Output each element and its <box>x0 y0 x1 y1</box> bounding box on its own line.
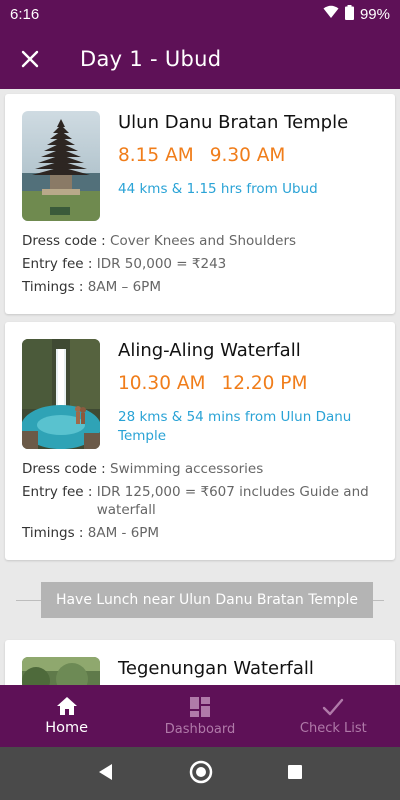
recents-button[interactable] <box>287 764 303 784</box>
timings-row: Timings : 8AM – 6PM <box>22 278 161 296</box>
end-time: 9.30 AM <box>209 145 286 166</box>
square-recents-icon <box>288 764 302 779</box>
timings-label: Timings : <box>22 525 88 541</box>
battery-icon <box>344 4 354 24</box>
lunch-button[interactable]: Have Lunch near Ulun Danu Bratan Temple <box>41 582 373 618</box>
dress-code-value: Swimming accessories <box>110 461 264 477</box>
status-bar: 6:16 99% <box>0 0 400 28</box>
entry-fee-label: Entry fee : <box>22 256 97 272</box>
entry-fee-label: Entry fee : <box>22 484 97 500</box>
place-distance: 44 kms & 1.15 hrs from Ubud <box>118 181 318 197</box>
wifi-icon <box>323 5 339 23</box>
timings-value: 8AM - 6PM <box>87 525 160 541</box>
entry-fee-row: Entry fee : IDR 125,000 = ₹607 includes … <box>22 483 382 519</box>
entry-fee-row: Entry fee : IDR 50,000 = ₹243 <box>22 255 226 273</box>
start-time: 8.15 AM <box>118 145 194 166</box>
entry-fee-value: IDR 50,000 = ₹243 <box>96 256 227 272</box>
start-time: 10.30 AM <box>118 373 206 394</box>
place-times: 8.15 AM 9.30 AM <box>118 145 285 166</box>
place-card-aling-aling[interactable]: Aling-Aling Waterfall 10.30 AM 12.20 PM 2… <box>5 322 395 560</box>
itinerary-list[interactable]: Ulun Danu Bratan Temple 8.15 AM 9.30 AM 4… <box>0 89 400 685</box>
status-icons: 99% <box>323 4 390 24</box>
nav-checklist[interactable]: Check List <box>267 685 400 747</box>
dress-code-label: Dress code : <box>22 461 111 477</box>
place-times: 10.30 AM 12.20 PM <box>118 373 307 394</box>
nav-dashboard-label: Dashboard <box>164 721 236 737</box>
timings-value: 8AM – 6PM <box>87 279 161 295</box>
check-icon <box>323 698 344 715</box>
end-time: 12.20 PM <box>221 373 308 394</box>
lunch-divider: Have Lunch near Ulun Danu Bratan Temple <box>16 582 384 618</box>
place-name: Aling-Aling Waterfall <box>118 340 301 361</box>
back-icon <box>99 763 112 780</box>
timings-label: Timings : <box>22 279 88 295</box>
system-nav-bar <box>0 747 400 800</box>
battery-percent: 99% <box>359 5 390 23</box>
nav-dashboard[interactable]: Dashboard <box>133 685 266 747</box>
nav-home-label: Home <box>45 720 89 736</box>
dress-code-value: Cover Knees and Shoulders <box>110 233 297 249</box>
place-card-tegenungan[interactable]: Tegenungan Waterfall <box>5 640 395 685</box>
dress-code-row: Dress code : Swimming accessories <box>22 460 263 478</box>
timings-row: Timings : 8AM - 6PM <box>22 524 159 542</box>
home-icon <box>56 697 77 715</box>
place-thumbnail-forest <box>22 657 100 685</box>
circle-home-icon <box>189 760 213 783</box>
dress-code-row: Dress code : Cover Knees and Shoulders <box>22 232 296 250</box>
status-time: 6:16 <box>10 5 40 23</box>
place-name: Tegenungan Waterfall <box>118 658 314 679</box>
close-icon <box>21 50 39 67</box>
nav-home[interactable]: Home <box>0 685 133 747</box>
close-button[interactable] <box>0 29 60 89</box>
nav-checklist-label: Check List <box>299 720 367 736</box>
dress-code-label: Dress code : <box>22 233 111 249</box>
home-system-button[interactable] <box>189 760 213 788</box>
entry-fee-value: IDR 125,000 = ₹607 includes Guide and wa… <box>96 484 369 518</box>
place-distance: 28 kms & 54 mins from Ulun Danu Temple <box>118 409 352 444</box>
place-thumbnail-waterfall <box>22 339 100 449</box>
app-bar: Day 1 - Ubud <box>0 28 400 89</box>
place-card-ulun-danu[interactable]: Ulun Danu Bratan Temple 8.15 AM 9.30 AM 4… <box>5 94 395 314</box>
place-name: Ulun Danu Bratan Temple <box>118 112 349 133</box>
page-title: Day 1 - Ubud <box>80 46 222 71</box>
dashboard-icon <box>189 696 210 717</box>
back-button[interactable] <box>97 763 115 785</box>
place-thumbnail-temple <box>22 111 100 221</box>
bottom-nav: Home Dashboard Check List <box>0 685 400 747</box>
